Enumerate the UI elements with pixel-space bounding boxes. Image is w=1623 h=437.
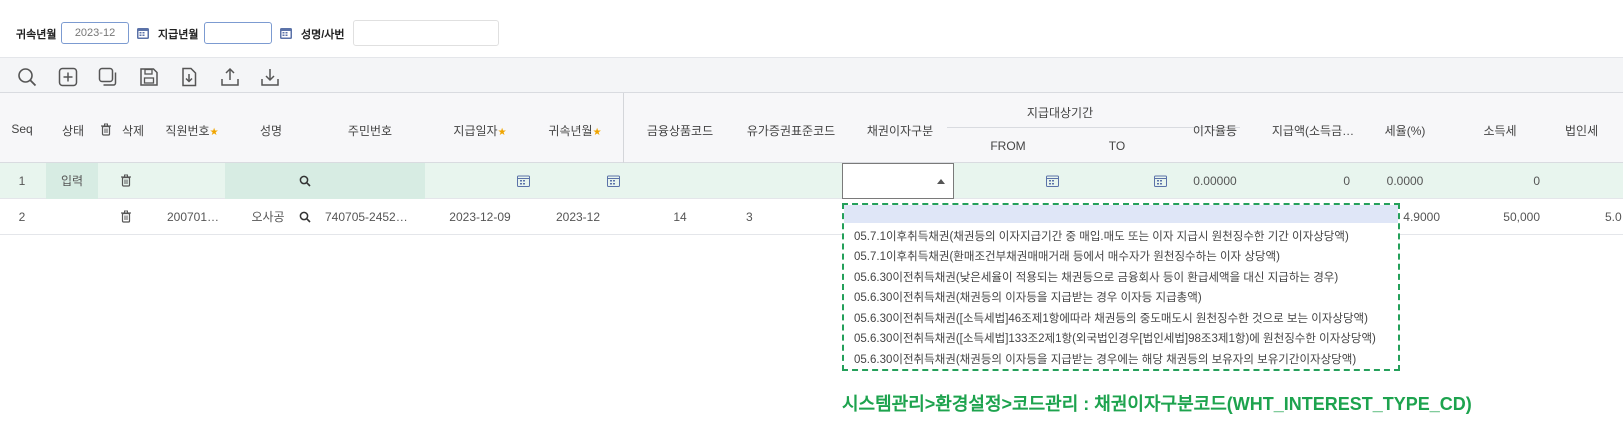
row-fin-code: 14 (673, 210, 687, 224)
col-belong-month: 귀속년월★ (548, 124, 602, 138)
row-rrn: 740705-2452… (325, 210, 408, 224)
upload-icon[interactable] (219, 66, 241, 88)
row-interest: 0.00000 (1193, 174, 1237, 188)
dropdown-option[interactable]: 05.6.30이전취득채권(채권등의 이자등을 지급받는 경우에는 해당 채권등… (854, 351, 1356, 367)
calendar-icon[interactable] (279, 26, 293, 40)
col-tax-rate: 세율(%) (1384, 124, 1426, 138)
row-status (46, 199, 98, 235)
trash-icon (101, 123, 111, 136)
row-sec-code: 3 (746, 210, 753, 224)
col-interest: 이자율등 (1192, 124, 1238, 138)
belong-month-label: 귀속년월 (16, 29, 57, 41)
dropdown-option[interactable]: 05.6.30이전취득채권(채권등의 이자등을 지급받는 경우 이자등 지급총액… (854, 289, 1202, 305)
calendar-icon[interactable] (136, 26, 150, 40)
row-status: 입력 (60, 174, 84, 188)
col-name: 성명 (259, 124, 283, 138)
col-pay-amount: 지급액(소득금… (1271, 124, 1355, 138)
dropdown-option[interactable]: 05.6.30이전취득채권([소득세법]133조2제1항(외국법인경우[법인세법… (854, 330, 1376, 346)
col-pay-date: 지급일자★ (453, 124, 507, 138)
col-period-to: TO (1108, 139, 1126, 153)
col-status: 상태 (61, 124, 85, 138)
calendar-icon[interactable] (1154, 175, 1167, 187)
row-name: 오사공 (251, 210, 285, 224)
col-seq: Seq (11, 122, 33, 136)
row-pay-date: 2023-12-09 (449, 210, 511, 224)
name-rrn-cell-bg (225, 163, 425, 199)
col-period: 지급대상기간 (1026, 106, 1094, 120)
row-pay-amount: 0 (1343, 174, 1350, 188)
col-delete: 삭제 (121, 124, 145, 138)
col-income-tax: 소득세 (1483, 124, 1517, 138)
name-empno-input[interactable] (353, 20, 499, 46)
table-row[interactable]: 1 입력 0.00000 0 0.0000 0 (0, 163, 1623, 199)
row-corp-tax: 5.0 (1605, 210, 1622, 224)
save-icon[interactable] (138, 66, 160, 88)
row-tax-rate: 4.9000 (1403, 210, 1440, 224)
row-income-tax: 0 (1533, 174, 1540, 188)
chevron-up-icon (937, 179, 945, 184)
dropdown-empty-option[interactable] (844, 205, 1398, 223)
dropdown-option[interactable]: 05.6.30이전취득채권(낮은세율이 적용되는 채권등으로 금융회사 등이 환… (854, 269, 1338, 285)
search-icon[interactable] (16, 66, 38, 88)
trash-icon[interactable] (120, 210, 132, 223)
calendar-icon[interactable] (1046, 175, 1059, 187)
row-belong-month: 2023-12 (555, 210, 601, 224)
row-income-tax: 50,000 (1503, 210, 1540, 224)
row-tax-rate: 0.0000 (1386, 174, 1424, 188)
col-sec-code: 유가증권표준코드 (746, 124, 836, 138)
belong-month-input[interactable]: 2023-12 (61, 22, 129, 44)
dropdown-option[interactable]: 05.7.1이후취득채권(채권등의 이자지급기간 중 매입.매도 또는 이자 지… (854, 228, 1349, 244)
row-seq: 2 (18, 210, 26, 224)
row-emp-no: 200701… (166, 210, 220, 224)
col-bond-type: 채권이자구분 (866, 124, 934, 138)
dropdown-option[interactable]: 05.7.1이후취득채권(환매조건부채권매매거래 등에서 매수자가 원천징수하는… (854, 248, 1280, 264)
code-path-annotation: 시스템관리>환경설정>코드관리 : 채권이자구분코드(WHT_INTEREST_… (842, 394, 1472, 414)
col-period-from: FROM (990, 139, 1026, 153)
name-empno-label: 성명/사번 (301, 29, 345, 41)
search-icon[interactable] (299, 175, 311, 187)
search-panel: 귀속년월 2023-12 지급년월 성명/사번 (0, 0, 1623, 58)
calendar-icon[interactable] (517, 175, 530, 187)
pay-month-input[interactable] (204, 22, 272, 44)
bond-type-options: 05.7.1이후취득채권(채권등의 이자지급기간 중 매입.매도 또는 이자 지… (842, 203, 1400, 371)
dropdown-option[interactable]: 05.6.30이전취득채권([소득세법]46조제1항에따라 채권등의 중도매도시… (854, 310, 1368, 326)
frozen-column-divider (623, 93, 624, 163)
copy-icon[interactable] (97, 66, 119, 88)
download-file-icon[interactable] (178, 66, 200, 88)
trash-icon[interactable] (120, 174, 132, 187)
col-rrn: 주민번호 (347, 124, 393, 138)
add-icon[interactable] (57, 66, 79, 88)
search-icon[interactable] (299, 211, 311, 223)
download-icon[interactable] (259, 66, 281, 88)
col-emp-no: 직원번호★ (165, 124, 219, 138)
row-seq: 1 (18, 174, 26, 188)
col-fin-code: 금융상품코드 (646, 124, 714, 138)
pay-month-label: 지급년월 (158, 29, 199, 41)
grid-header: Seq 상태 삭제 직원번호★ 성명 주민번호 지급일자★ 귀속년월★ 금융상품… (0, 93, 1623, 163)
bond-type-select[interactable] (842, 163, 954, 199)
calendar-icon[interactable] (607, 175, 620, 187)
col-corp-tax: 법인세 (1565, 124, 1599, 138)
